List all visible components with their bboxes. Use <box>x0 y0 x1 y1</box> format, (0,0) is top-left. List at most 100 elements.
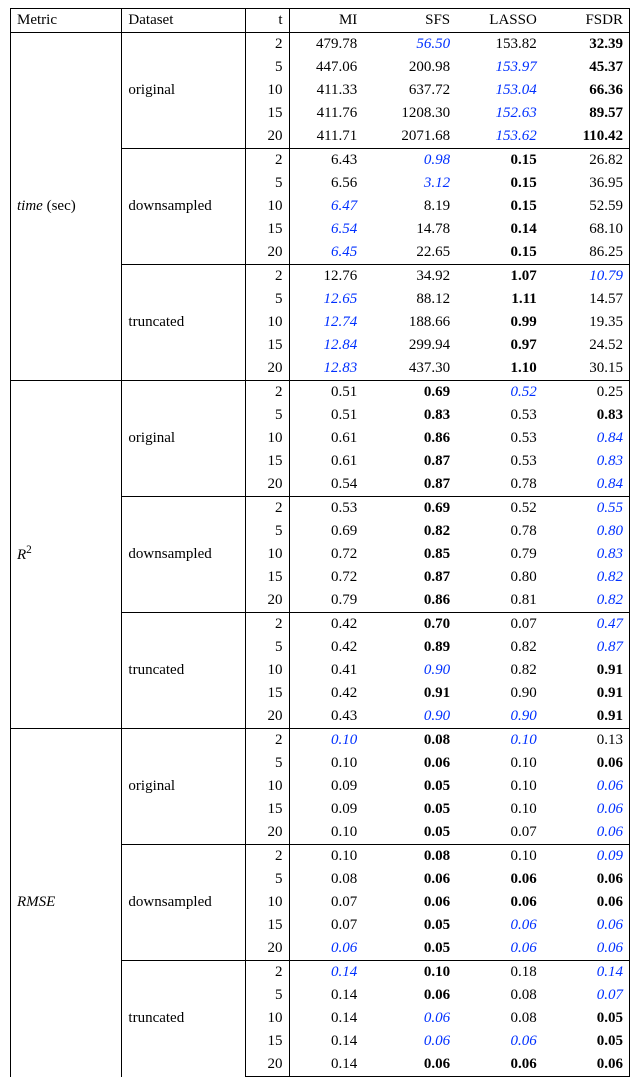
cell-lasso: 0.18 <box>456 961 543 985</box>
cell-t: 5 <box>246 520 289 543</box>
cell-sfs: 200.98 <box>363 56 456 79</box>
cell-fsdr: 0.13 <box>543 729 630 753</box>
dataset-label: original <box>122 729 246 845</box>
cell-fsdr: 0.83 <box>543 543 630 566</box>
cell-sfs: 0.69 <box>363 381 456 405</box>
table-row: RMSEoriginal20.100.080.100.13 <box>11 729 630 753</box>
cell-fsdr: 0.25 <box>543 381 630 405</box>
cell-mi: 0.41 <box>289 659 363 682</box>
cell-lasso: 152.63 <box>456 102 543 125</box>
cell-sfs: 0.85 <box>363 543 456 566</box>
cell-lasso: 0.15 <box>456 195 543 218</box>
cell-t: 10 <box>246 543 289 566</box>
cell-sfs: 0.83 <box>363 404 456 427</box>
cell-lasso: 0.06 <box>456 914 543 937</box>
cell-mi: 0.10 <box>289 821 363 845</box>
cell-mi: 0.79 <box>289 589 363 613</box>
col-fsdr: FSDR <box>543 9 630 33</box>
dataset-label: downsampled <box>122 149 246 265</box>
cell-t: 10 <box>246 79 289 102</box>
cell-sfs: 637.72 <box>363 79 456 102</box>
cell-t: 5 <box>246 636 289 659</box>
cell-lasso: 0.99 <box>456 311 543 334</box>
cell-lasso: 0.78 <box>456 520 543 543</box>
cell-mi: 6.54 <box>289 218 363 241</box>
cell-t: 15 <box>246 450 289 473</box>
cell-fsdr: 30.15 <box>543 357 630 381</box>
cell-mi: 0.14 <box>289 984 363 1007</box>
cell-lasso: 0.82 <box>456 659 543 682</box>
cell-sfs: 0.90 <box>363 659 456 682</box>
cell-sfs: 0.05 <box>363 821 456 845</box>
cell-fsdr: 24.52 <box>543 334 630 357</box>
cell-fsdr: 0.06 <box>543 775 630 798</box>
cell-fsdr: 0.47 <box>543 613 630 637</box>
cell-sfs: 0.05 <box>363 937 456 961</box>
cell-lasso: 153.82 <box>456 33 543 57</box>
cell-mi: 0.42 <box>289 682 363 705</box>
cell-sfs: 0.91 <box>363 682 456 705</box>
cell-sfs: 0.05 <box>363 914 456 937</box>
dataset-label: original <box>122 381 246 497</box>
cell-sfs: 8.19 <box>363 195 456 218</box>
cell-sfs: 0.10 <box>363 961 456 985</box>
cell-sfs: 0.87 <box>363 450 456 473</box>
cell-fsdr: 0.06 <box>543 798 630 821</box>
cell-sfs: 0.08 <box>363 845 456 869</box>
metric-label: R2 <box>11 381 122 729</box>
cell-sfs: 0.98 <box>363 149 456 173</box>
cell-mi: 6.56 <box>289 172 363 195</box>
cell-fsdr: 0.09 <box>543 845 630 869</box>
cell-mi: 411.76 <box>289 102 363 125</box>
cell-mi: 0.09 <box>289 775 363 798</box>
cell-lasso: 0.90 <box>456 682 543 705</box>
cell-fsdr: 0.06 <box>543 821 630 845</box>
cell-lasso: 0.79 <box>456 543 543 566</box>
cell-mi: 6.45 <box>289 241 363 265</box>
cell-t: 10 <box>246 1007 289 1030</box>
cell-lasso: 0.78 <box>456 473 543 497</box>
cell-fsdr: 0.82 <box>543 589 630 613</box>
cell-lasso: 0.14 <box>456 218 543 241</box>
cell-lasso: 0.06 <box>456 868 543 891</box>
cell-lasso: 0.10 <box>456 752 543 775</box>
cell-fsdr: 19.35 <box>543 311 630 334</box>
cell-sfs: 0.05 <box>363 775 456 798</box>
cell-fsdr: 0.80 <box>543 520 630 543</box>
cell-mi: 0.07 <box>289 891 363 914</box>
cell-t: 2 <box>246 265 289 289</box>
cell-sfs: 0.87 <box>363 566 456 589</box>
cell-lasso: 153.97 <box>456 56 543 79</box>
cell-fsdr: 0.05 <box>543 1007 630 1030</box>
cell-mi: 0.14 <box>289 961 363 985</box>
dataset-label: downsampled <box>122 845 246 961</box>
cell-mi: 12.74 <box>289 311 363 334</box>
cell-t: 5 <box>246 868 289 891</box>
cell-mi: 447.06 <box>289 56 363 79</box>
cell-fsdr: 52.59 <box>543 195 630 218</box>
cell-fsdr: 86.25 <box>543 241 630 265</box>
cell-fsdr: 0.06 <box>543 868 630 891</box>
cell-t: 2 <box>246 149 289 173</box>
cell-fsdr: 0.06 <box>543 937 630 961</box>
cell-mi: 479.78 <box>289 33 363 57</box>
cell-fsdr: 0.83 <box>543 404 630 427</box>
cell-mi: 0.14 <box>289 1007 363 1030</box>
cell-mi: 0.09 <box>289 798 363 821</box>
cell-lasso: 0.10 <box>456 798 543 821</box>
cell-sfs: 0.08 <box>363 729 456 753</box>
cell-t: 20 <box>246 589 289 613</box>
cell-mi: 0.42 <box>289 636 363 659</box>
cell-lasso: 0.15 <box>456 149 543 173</box>
cell-lasso: 1.07 <box>456 265 543 289</box>
cell-sfs: 3.12 <box>363 172 456 195</box>
cell-sfs: 56.50 <box>363 33 456 57</box>
dataset-label: truncated <box>122 613 246 729</box>
cell-sfs: 0.86 <box>363 589 456 613</box>
cell-t: 2 <box>246 381 289 405</box>
cell-mi: 0.51 <box>289 404 363 427</box>
dataset-label: truncated <box>122 961 246 1077</box>
cell-sfs: 188.66 <box>363 311 456 334</box>
cell-fsdr: 66.36 <box>543 79 630 102</box>
cell-fsdr: 0.06 <box>543 1053 630 1077</box>
